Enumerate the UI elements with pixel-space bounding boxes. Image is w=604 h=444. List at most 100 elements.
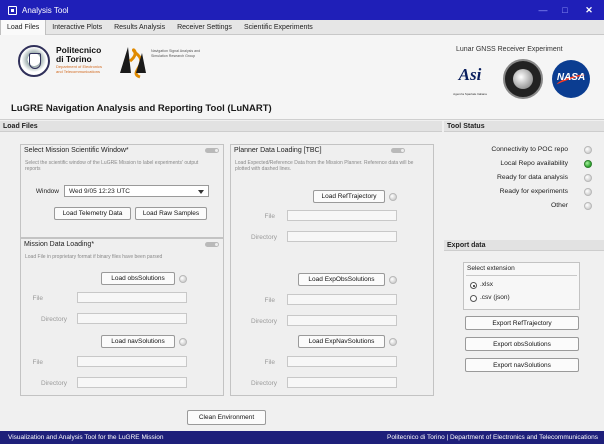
- status-analysis-label: Ready for data analysis: [496, 174, 568, 181]
- expnav-dir-field[interactable]: [287, 377, 397, 388]
- asi-logo-text: Asi: [458, 65, 482, 84]
- title-bar: Analysis Tool — □ ✕: [0, 0, 604, 20]
- polito-dept: Department of Electronics and Telecommun…: [56, 64, 103, 74]
- nav-dir-field[interactable]: [77, 377, 187, 388]
- nav-dir-label: Directory: [40, 380, 67, 387]
- radio-xlsx[interactable]: [470, 282, 477, 289]
- expobssolutions-status-lamp: [389, 276, 397, 284]
- mission-window-panel: Select Mission Scientific Window* Select…: [20, 144, 224, 238]
- reftrajectory-status-lamp: [389, 193, 397, 201]
- tab-scientific-experiments[interactable]: Scientific Experiments: [238, 20, 319, 35]
- tab-receiver-settings[interactable]: Receiver Settings: [171, 20, 238, 35]
- extension-divider: [466, 275, 577, 276]
- load-obssolutions-button[interactable]: Load obsSolutions: [101, 272, 175, 285]
- app-title: LuGRE Navigation Analysis and Reporting …: [11, 103, 272, 114]
- obs-file-label: File: [32, 295, 43, 302]
- mission-data-title: Mission Data Loading*: [24, 241, 95, 248]
- lugre-emblem-icon: [503, 59, 543, 99]
- status-other-label: Other: [551, 202, 568, 209]
- expobs-file-label: File: [264, 297, 275, 304]
- expnavsolutions-status-lamp: [389, 338, 397, 346]
- tab-results-analysis[interactable]: Results Analysis: [108, 20, 171, 35]
- ref-dir-field[interactable]: [287, 231, 397, 242]
- tab-bar: Load Files Interactive Plots Results Ana…: [0, 20, 604, 35]
- expnav-dir-label: Directory: [250, 380, 277, 387]
- clean-environment-button[interactable]: Clean Environment: [187, 410, 266, 425]
- nav-file-field[interactable]: [77, 356, 187, 367]
- nas-desc: Navigation Signal Analysis and Simulatio…: [151, 49, 201, 58]
- status-poc-label: Connectivity to POC repo: [491, 146, 568, 153]
- statusbar-right-text: Politecnico di Torino | Department of El…: [387, 434, 598, 441]
- load-expnavsolutions-button[interactable]: Load ExpNavSolutions: [298, 335, 385, 348]
- export-data-heading: Export data: [444, 240, 604, 251]
- load-navsolutions-button[interactable]: Load navSolutions: [101, 335, 175, 348]
- mission-window-hint: Select the scientific window of the LuGR…: [25, 160, 199, 172]
- polito-name-line2: di Torino: [56, 54, 92, 64]
- obs-dir-field[interactable]: [77, 313, 187, 324]
- expnav-file-label: File: [264, 359, 275, 366]
- nav-file-label: File: [32, 359, 43, 366]
- export-reftrajectory-button[interactable]: Export RefTrajectory: [465, 316, 579, 330]
- status-local-repo-lamp: [584, 160, 592, 168]
- expobs-dir-label: Directory: [250, 318, 277, 325]
- mission-data-toggle[interactable]: [205, 242, 219, 247]
- navsolutions-status-lamp: [179, 338, 187, 346]
- planner-hint: Load Expected/Reference Data from the Mi…: [235, 160, 414, 172]
- tab-interactive-plots[interactable]: Interactive Plots: [46, 20, 108, 35]
- statusbar-left-text: Visualization and Analysis Tool for the …: [8, 434, 164, 441]
- load-reftrajectory-button[interactable]: Load RefTrajectory: [313, 190, 385, 203]
- status-other-lamp: [584, 202, 592, 210]
- planner-panel: Planner Data Loading [TBC] Load Expected…: [230, 144, 434, 396]
- nas-mark-icon: [120, 47, 146, 79]
- obssolutions-status-lamp: [179, 275, 187, 283]
- window-title: Analysis Tool: [22, 5, 69, 15]
- status-analysis-lamp: [584, 174, 592, 182]
- polito-crest-icon: [18, 45, 50, 77]
- radio-xlsx-label: .xlsx: [480, 281, 493, 288]
- nasa-logo: NASA: [552, 60, 590, 98]
- radio-csv-label: .csv (json): [480, 294, 510, 301]
- asi-logo: Asi Agenzia Spaziale Italiana: [446, 63, 494, 109]
- chevron-down-icon: [198, 190, 204, 194]
- header-banner: Politecnico di Torino Department of Elec…: [0, 35, 604, 120]
- maximize-icon[interactable]: □: [554, 0, 576, 20]
- mission-data-hint: Load File in proprietary format if binar…: [25, 254, 163, 260]
- load-telemetry-button[interactable]: Load Telemetry Data: [54, 207, 131, 220]
- status-local-repo-label: Local Repo availability: [500, 160, 568, 167]
- planner-toggle[interactable]: [391, 148, 405, 153]
- expobs-dir-field[interactable]: [287, 315, 397, 326]
- load-files-heading: Load Files: [0, 121, 442, 132]
- ref-file-label: File: [264, 213, 275, 220]
- radio-csv[interactable]: [470, 295, 477, 302]
- export-obssolutions-button[interactable]: Export obsSolutions: [465, 337, 579, 351]
- window-select[interactable]: Wed 9/05 12:23 UTC: [64, 185, 209, 197]
- asi-logo-sub: Agenzia Spaziale Italiana: [453, 92, 487, 96]
- export-navsolutions-button[interactable]: Export navSolutions: [465, 358, 579, 372]
- ref-dir-label: Directory: [250, 234, 277, 241]
- status-poc-lamp: [584, 146, 592, 154]
- expnav-file-field[interactable]: [287, 356, 397, 367]
- window-select-value: Wed 9/05 12:23 UTC: [69, 187, 130, 195]
- tab-load-files[interactable]: Load Files: [0, 20, 47, 35]
- minimize-icon[interactable]: —: [532, 0, 554, 20]
- status-experiments-lamp: [584, 188, 592, 196]
- nas-logo: Navigation Signal Analysis and Simulatio…: [118, 43, 216, 81]
- mission-data-panel: Mission Data Loading* Load File in propr…: [20, 238, 224, 396]
- tool-status-heading: Tool Status: [444, 121, 604, 132]
- obs-file-field[interactable]: [77, 292, 187, 303]
- polito-logo: Politecnico di Torino Department of Elec…: [18, 43, 108, 81]
- mission-window-title: Select Mission Scientific Window*: [24, 147, 129, 154]
- status-bar: Visualization and Analysis Tool for the …: [0, 431, 604, 444]
- obs-dir-label: Directory: [40, 316, 67, 323]
- status-experiments-label: Ready for experiments: [499, 188, 568, 195]
- window-label: Window: [35, 188, 59, 195]
- nasa-logo-text: NASA: [556, 72, 586, 83]
- mission-window-toggle[interactable]: [205, 148, 219, 153]
- load-expobssolutions-button[interactable]: Load ExpObsSolutions: [298, 273, 385, 286]
- ref-file-field[interactable]: [287, 210, 397, 221]
- close-icon[interactable]: ✕: [578, 0, 600, 20]
- load-raw-samples-button[interactable]: Load Raw Samples: [135, 207, 207, 220]
- expobs-file-field[interactable]: [287, 294, 397, 305]
- app-icon: [8, 5, 17, 15]
- extension-group: Select extension .xlsx .csv (json): [463, 262, 580, 310]
